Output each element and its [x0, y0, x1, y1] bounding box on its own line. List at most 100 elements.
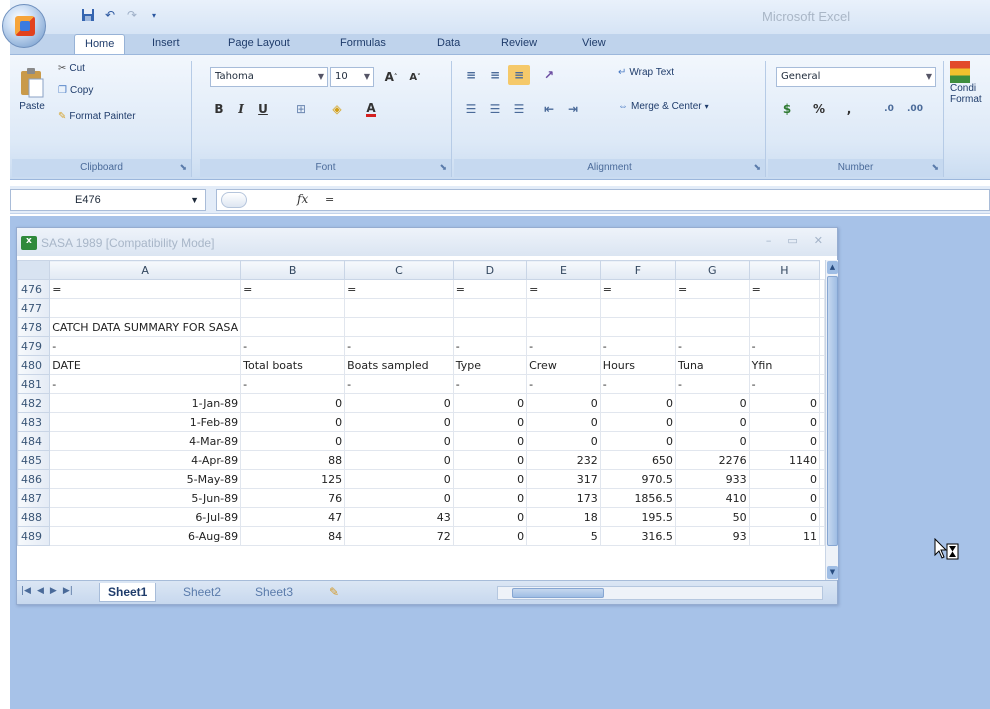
- cell-c485[interactable]: 0: [344, 450, 454, 470]
- cell-e480[interactable]: Crew: [526, 355, 601, 375]
- cell-a485[interactable]: 4-Apr-89: [49, 450, 242, 470]
- name-box[interactable]: E476 ▼: [10, 189, 206, 211]
- tab-data[interactable]: Data: [437, 34, 460, 54]
- row-header[interactable]: 486: [17, 469, 51, 489]
- undo-icon[interactable]: ↶: [102, 7, 118, 23]
- cell-g489[interactable]: 93: [674, 526, 750, 546]
- close-icon[interactable]: ✕: [814, 234, 823, 247]
- cell-g481[interactable]: -: [674, 374, 750, 394]
- fill-color-icon[interactable]: ◈: [326, 99, 348, 119]
- percent-icon[interactable]: %: [808, 99, 830, 119]
- cell-g476[interactable]: =: [674, 279, 750, 299]
- cell-b488[interactable]: 47: [240, 507, 346, 527]
- row-header[interactable]: 482: [17, 393, 51, 413]
- cell-f486[interactable]: 970.5: [599, 469, 676, 489]
- cell-d486[interactable]: 0: [452, 469, 528, 489]
- cell-e476[interactable]: =: [526, 279, 601, 299]
- cell-f481[interactable]: -: [599, 374, 676, 394]
- cell-g480[interactable]: Tuna: [674, 355, 750, 375]
- cell-e486[interactable]: 317: [526, 469, 601, 489]
- align-bottom-icon[interactable]: ≡: [508, 65, 530, 85]
- borders-icon[interactable]: ⊞: [290, 99, 312, 119]
- cell-h482[interactable]: 0: [748, 393, 821, 413]
- column-header-h[interactable]: H: [748, 260, 821, 280]
- cell-d483[interactable]: 0: [452, 412, 528, 432]
- comma-style-icon[interactable]: ,: [838, 99, 860, 119]
- cell-a489[interactable]: 6-Aug-89: [49, 526, 242, 546]
- underline-icon[interactable]: U: [252, 99, 274, 119]
- clipboard-launcher-icon[interactable]: ⬊: [179, 163, 187, 173]
- cell-b482[interactable]: 0: [240, 393, 346, 413]
- increase-indent-icon[interactable]: ⇥: [562, 99, 584, 119]
- cell-a483[interactable]: 1-Feb-89: [49, 412, 242, 432]
- cell-g484[interactable]: 0: [674, 431, 750, 451]
- cell-f485[interactable]: 650: [599, 450, 676, 470]
- last-sheet-icon[interactable]: ▶|: [63, 586, 73, 596]
- cell-g477[interactable]: [674, 298, 750, 318]
- row-header[interactable]: 478: [17, 317, 51, 337]
- bold-icon[interactable]: B: [208, 99, 230, 119]
- column-header-c[interactable]: C: [344, 260, 454, 280]
- decrease-indent-icon[interactable]: ⇤: [538, 99, 560, 119]
- cell-a476[interactable]: =: [49, 279, 242, 299]
- column-header-f[interactable]: F: [599, 260, 676, 280]
- next-sheet-icon[interactable]: ▶: [50, 586, 57, 596]
- column-header-b[interactable]: B: [240, 260, 346, 280]
- prev-sheet-icon[interactable]: ◀: [37, 586, 44, 596]
- insert-sheet-icon[interactable]: ✎: [321, 583, 347, 602]
- cell-b485[interactable]: 88: [240, 450, 346, 470]
- office-button[interactable]: [2, 4, 46, 48]
- row-header[interactable]: 484: [17, 431, 51, 451]
- cell-b483[interactable]: 0: [240, 412, 346, 432]
- cell-f482[interactable]: 0: [599, 393, 676, 413]
- column-header-g[interactable]: G: [674, 260, 750, 280]
- cell-c479[interactable]: -: [344, 336, 454, 356]
- cell-b478[interactable]: [240, 317, 346, 337]
- conditional-formatting-button[interactable]: Condi Format: [950, 61, 982, 105]
- row-header[interactable]: 485: [17, 450, 51, 470]
- row-header[interactable]: 488: [17, 507, 51, 527]
- cell-a479[interactable]: -: [49, 336, 242, 356]
- decrease-decimal-icon[interactable]: .00: [904, 99, 926, 119]
- cell-g478[interactable]: [674, 317, 750, 337]
- cell-h489[interactable]: 11: [748, 526, 821, 546]
- minimize-icon[interactable]: –: [766, 234, 772, 247]
- vertical-scroll-thumb[interactable]: [827, 276, 838, 546]
- tab-review[interactable]: Review: [501, 34, 537, 54]
- tab-page-layout[interactable]: Page Layout: [228, 34, 290, 54]
- cell-d482[interactable]: 0: [452, 393, 528, 413]
- font-name-combo[interactable]: Tahoma ▼: [210, 67, 328, 87]
- cell-b476[interactable]: =: [240, 279, 346, 299]
- cell-d476[interactable]: =: [452, 279, 528, 299]
- tab-formulas[interactable]: Formulas: [340, 34, 386, 54]
- cell-f476[interactable]: =: [599, 279, 676, 299]
- cell-a487[interactable]: 5-Jun-89: [49, 488, 242, 508]
- cell-e487[interactable]: 173: [526, 488, 601, 508]
- cell-h480[interactable]: Yfin: [748, 355, 821, 375]
- cell-g487[interactable]: 410: [674, 488, 750, 508]
- cell-c480[interactable]: Boats sampled: [344, 355, 454, 375]
- cell-b477[interactable]: [240, 298, 346, 318]
- align-right-icon[interactable]: ☰: [508, 99, 530, 119]
- cell-c481[interactable]: -: [344, 374, 454, 394]
- cell-h483[interactable]: 0: [748, 412, 821, 432]
- cell-g483[interactable]: 0: [674, 412, 750, 432]
- cut-button[interactable]: ✂ Cut: [58, 63, 85, 74]
- cell-f480[interactable]: Hours: [599, 355, 676, 375]
- font-size-combo[interactable]: 10 ▼: [330, 67, 374, 87]
- cell-d481[interactable]: -: [452, 374, 528, 394]
- cell-b489[interactable]: 84: [240, 526, 346, 546]
- cell-c482[interactable]: 0: [344, 393, 454, 413]
- cell-h486[interactable]: 0: [748, 469, 821, 489]
- number-format-combo[interactable]: General ▼: [776, 67, 936, 87]
- cell-a481[interactable]: -: [49, 374, 242, 394]
- cell-b480[interactable]: Total boats: [240, 355, 346, 375]
- cell-e488[interactable]: 18: [526, 507, 601, 527]
- cell-e479[interactable]: -: [526, 336, 601, 356]
- number-launcher-icon[interactable]: ⬊: [931, 163, 939, 173]
- cell-c477[interactable]: [344, 298, 454, 318]
- scroll-down-icon[interactable]: ▼: [827, 566, 838, 579]
- cell-d480[interactable]: Type: [452, 355, 528, 375]
- cell-a488[interactable]: 6-Jul-89: [49, 507, 242, 527]
- cell-b486[interactable]: 125: [240, 469, 346, 489]
